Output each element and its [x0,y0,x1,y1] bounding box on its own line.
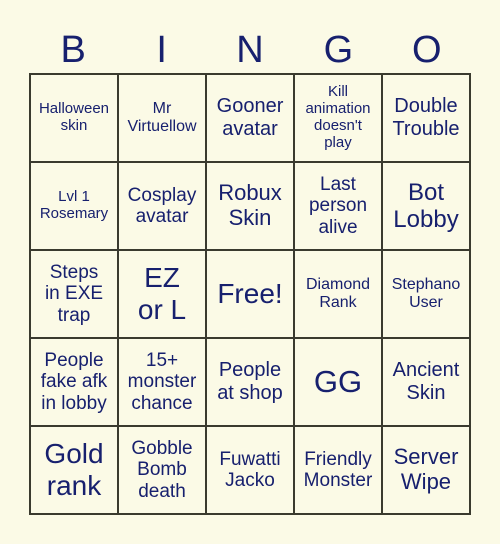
bingo-cell[interactable]: Ancient Skin [382,338,470,426]
header-letter-o: O [412,29,442,71]
bingo-cell[interactable]: Gobble Bomb death [118,426,206,514]
free-space-cell[interactable]: Free! [206,250,294,338]
bingo-cell[interactable]: EZ or L [118,250,206,338]
bingo-cell[interactable]: Robux Skin [206,162,294,250]
header-letter-i: I [156,29,167,71]
header-letter-g: G [323,29,354,71]
bingo-cell[interactable]: Friendly Monster [294,426,382,514]
bingo-cell[interactable]: GG [294,338,382,426]
bingo-cell[interactable]: Gold rank [30,426,118,514]
bingo-cell[interactable]: Double Trouble [382,74,470,162]
bingo-cell[interactable]: Fuwatti Jacko [206,426,294,514]
bingo-cell[interactable]: Cosplay avatar [118,162,206,250]
bingo-header: B I N G O [29,26,471,74]
header-letter-b: B [60,29,86,71]
bingo-cell[interactable]: Halloween skin [30,74,118,162]
bingo-cell[interactable]: People at shop [206,338,294,426]
bingo-board: Halloween skin Mr Virtuellow Gooner avat… [29,73,471,515]
bingo-cell[interactable]: 15+ monster chance [118,338,206,426]
bingo-cell[interactable]: Bot Lobby [382,162,470,250]
bingo-cell[interactable]: Last person alive [294,162,382,250]
bingo-cell[interactable]: Mr Virtuellow [118,74,206,162]
bingo-cell[interactable]: Steps in EXE trap [30,250,118,338]
bingo-cell[interactable]: Gooner avatar [206,74,294,162]
bingo-cell[interactable]: Kill animation doesn't play [294,74,382,162]
header-letter-n: N [236,29,264,71]
bingo-cell[interactable]: People fake afk in lobby [30,338,118,426]
bingo-cell[interactable]: Diamond Rank [294,250,382,338]
bingo-cell[interactable]: Stephano User [382,250,470,338]
bingo-cell[interactable]: Lvl 1 Rosemary [30,162,118,250]
bingo-cell[interactable]: Server Wipe [382,426,470,514]
